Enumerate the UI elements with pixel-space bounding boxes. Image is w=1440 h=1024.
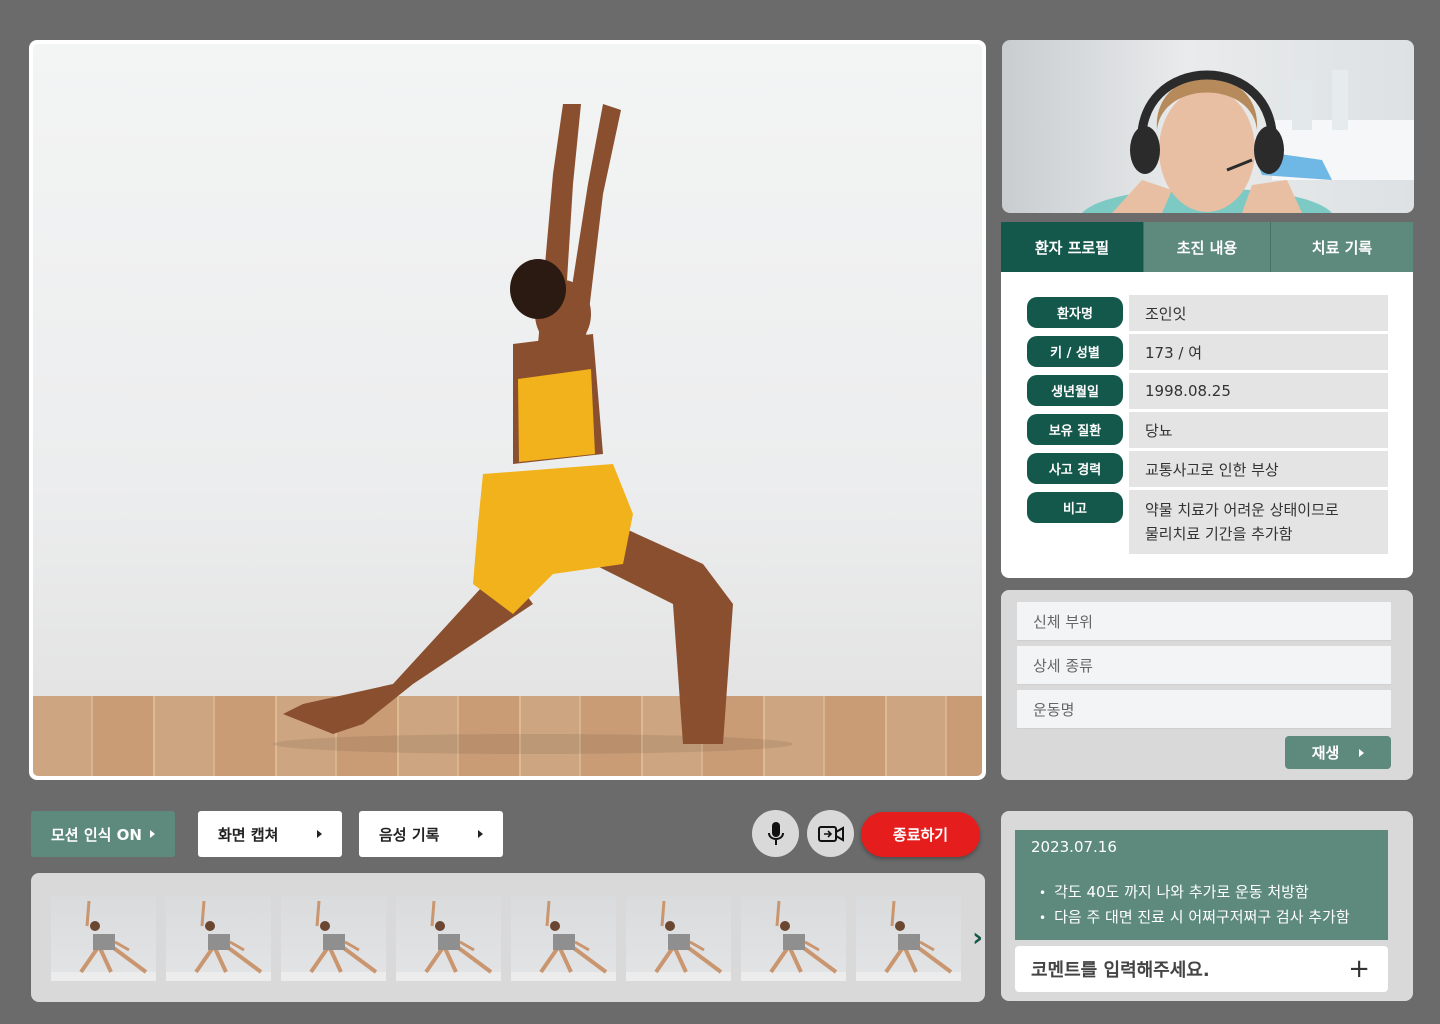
name-label: 환자명 [1027,297,1123,328]
row-birthdate: 생년월일 1998.08.25 [1027,373,1388,409]
disease-label: 보유 질환 [1027,414,1123,445]
play-arrow-icon [1359,748,1365,757]
thumbnail-figure [166,900,271,981]
voice-arrow-icon [478,830,483,838]
thumbnail-item[interactable] [396,896,501,981]
capture-arrow-icon [317,830,322,838]
note-value: 약물 치료가 어려운 상태이므로 물리치료 기간을 추가함 [1129,490,1388,554]
thumbnail-item[interactable] [856,896,961,981]
thumbnail-figure [741,900,846,981]
note-item: 다음 주 대면 진료 시 어쩌구저쩌구 검사 추가함 [1031,905,1372,930]
height-gender-value: 173 / 여 [1129,334,1388,370]
body-part-select[interactable]: 신체 부위 [1017,602,1391,641]
play-button[interactable]: 재생 [1285,736,1391,769]
end-session-button[interactable]: 종료하기 [861,812,980,857]
screen-capture-button[interactable]: 화면 캡쳐 [198,811,342,857]
thumbnail-item[interactable] [626,896,731,981]
camera-switch-icon [817,825,844,842]
detail-type-select[interactable]: 상세 종류 [1017,646,1391,685]
thumbnail-figure [626,900,731,981]
motion-arrow-icon [149,830,155,838]
thumbnail-list [51,896,985,981]
motion-detection-button[interactable]: 모션 인식 ON [31,811,175,857]
thumbnail-figure [856,900,961,981]
thumbnail-item[interactable] [741,896,846,981]
thumbnail-figure [396,900,501,981]
capture-thumbnails: › [31,873,985,1002]
name-value: 조인잇 [1129,295,1388,331]
play-button-label: 재생 [1311,744,1340,762]
tab-treatment-records[interactable]: 치료 기록 [1270,222,1413,272]
tab-initial-consult[interactable]: 초진 내용 [1143,222,1270,272]
thumbnail-item[interactable] [281,896,386,981]
row-name: 환자명 조인잇 [1027,295,1388,331]
plus-icon[interactable]: + [1348,956,1370,982]
birthdate-label: 생년월일 [1027,375,1123,406]
note-date: 2023.07.16 [1031,838,1117,856]
patient-profile-panel: 환자 프로필 초진 내용 치료 기록 환자명 조인잇 키 / 성별 173 / … [1001,222,1413,578]
microphone-button[interactable] [752,810,799,857]
row-accident: 사고 경력 교통사고로 인한 부상 [1027,451,1388,487]
exercise-filter-panel: 신체 부위 상세 종류 운동명 재생 [1001,590,1413,780]
note-list: 각도 40도 까지 나와 추가로 운동 처방함 다음 주 대면 진료 시 어쩌구… [1031,880,1372,930]
note-label: 비고 [1027,492,1123,523]
thumbnail-item[interactable] [511,896,616,981]
comment-placeholder: 코멘트를 입력해주세요. [1031,960,1210,981]
row-disease: 보유 질환 당뇨 [1027,412,1388,448]
comment-input[interactable]: 코멘트를 입력해주세요. + [1015,946,1388,992]
birthdate-value: 1998.08.25 [1129,373,1388,409]
thumbnail-figure [281,900,386,981]
thumbnail-figure [511,900,616,981]
note-item: 각도 40도 까지 나와 추가로 운동 처방함 [1031,880,1372,905]
microphone-icon [767,821,784,845]
screen-capture-label: 화면 캡쳐 [218,825,279,844]
disease-value: 당뇨 [1129,412,1388,448]
accident-value: 교통사고로 인한 부상 [1129,451,1388,487]
camera-button[interactable] [807,810,854,857]
doctor-video[interactable] [1002,40,1414,213]
thumbnail-item[interactable] [51,896,156,981]
height-gender-label: 키 / 성별 [1027,336,1123,367]
profile-tabs: 환자 프로필 초진 내용 치료 기록 [1001,222,1413,272]
note-card: 2023.07.16 각도 40도 까지 나와 추가로 운동 처방함 다음 주 … [1015,830,1388,940]
patient-video-frame [33,44,982,776]
voice-record-button[interactable]: 음성 기록 [359,811,503,857]
profile-rows: 환자명 조인잇 키 / 성별 173 / 여 생년월일 1998.08.25 보… [1001,272,1413,554]
chevron-right-icon[interactable]: › [972,923,983,953]
thumbnail-item[interactable] [166,896,271,981]
exercise-name-select[interactable]: 운동명 [1017,690,1391,729]
patient-video[interactable] [29,40,986,780]
note-line-2: 물리치료 기간을 추가함 [1145,525,1293,543]
doctor-figure [1082,70,1414,213]
voice-record-label: 음성 기록 [379,825,440,844]
accident-label: 사고 경력 [1027,453,1123,484]
row-note: 비고 약물 치료가 어려운 상태이므로 물리치료 기간을 추가함 [1027,490,1388,554]
patient-figure [273,104,793,754]
row-height-gender: 키 / 성별 173 / 여 [1027,334,1388,370]
thumbnail-figure [51,900,156,981]
notes-panel: 2023.07.16 각도 40도 까지 나와 추가로 운동 처방함 다음 주 … [1001,811,1413,1001]
tab-patient-profile[interactable]: 환자 프로필 [1001,222,1143,272]
motion-detection-label: 모션 인식 ON [51,825,142,844]
note-line-1: 약물 치료가 어려운 상태이므로 [1145,501,1339,519]
